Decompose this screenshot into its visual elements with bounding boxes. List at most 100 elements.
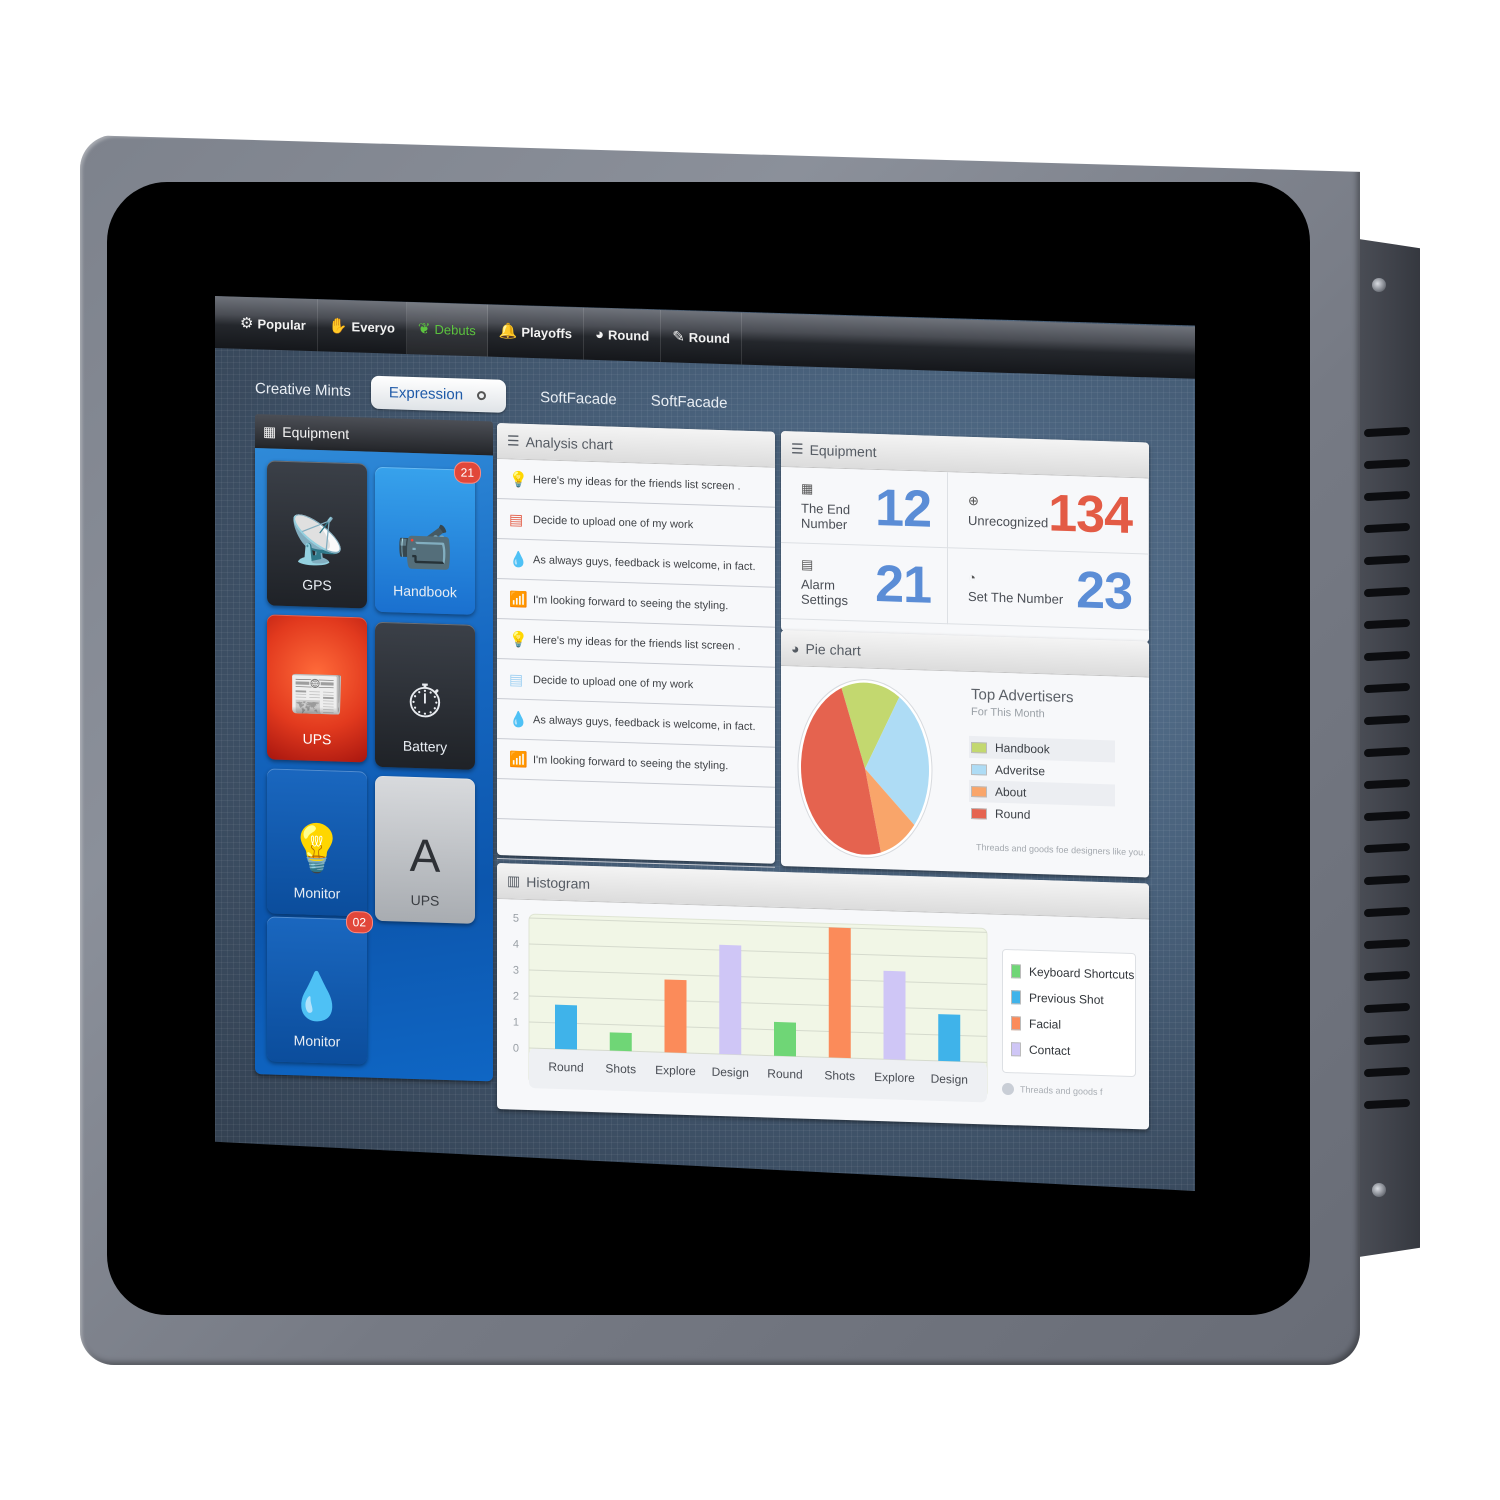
tile-label: UPS [410, 891, 440, 909]
nav-tab-label: Popular [257, 315, 306, 333]
nav-tab-round[interactable]: ◕ Round [583, 307, 662, 363]
vent-slot [1363, 1098, 1411, 1110]
pie-icon: ◕ [791, 639, 800, 657]
tile-label: Handbook [393, 582, 457, 601]
nav-tab-popular[interactable]: ⚙ Popular [229, 296, 318, 352]
tile-monitor[interactable]: 💧 Monitor 02 [267, 910, 373, 1065]
y-tick-label: 4 [513, 939, 519, 951]
tab-creative-mints[interactable]: Creative Mints [255, 374, 351, 406]
lightbulb-icon: 💡 [288, 821, 346, 875]
empty-list-item [497, 819, 775, 868]
security-camera-icon: 📹 [396, 519, 454, 574]
vent-slot [1363, 938, 1411, 950]
list-item-text: Decide to upload one of my work [533, 513, 694, 531]
globe-icon: ◕ [594, 325, 605, 343]
legend-swatch [1011, 1042, 1021, 1057]
tab-softfacade-2[interactable]: SoftFacade [651, 386, 728, 417]
broadcast-icon: 📶 [509, 590, 528, 609]
vent-slot [1363, 970, 1411, 982]
nav-tab-everyo[interactable]: ✋ Everyo [317, 299, 407, 355]
tile-label: Monitor [293, 1032, 341, 1050]
list-item-text: I'm looking forward to seeing the stylin… [533, 593, 729, 612]
tile-battery[interactable]: ⏱ Battery [375, 621, 475, 770]
bar-round [555, 1004, 577, 1050]
nav-tab-playoffs[interactable]: 🔔 Playoffs [487, 304, 584, 360]
vent-slot [1363, 490, 1411, 502]
battery-icon: ▤ [509, 510, 524, 529]
tile-ups[interactable]: A UPS [375, 775, 475, 924]
analysis-chart-title: Analysis chart [525, 433, 613, 453]
list-item-text: Here's my ideas for the friends list scr… [533, 473, 741, 493]
top-navigation: ⚙ Popular ✋ Everyo ❦ Debuts 🔔 Playoffs ◕ Round ✎ Ro… [215, 296, 1195, 379]
vent-slot [1363, 778, 1411, 790]
tile-handbook[interactable]: 📹 Handbook 21 [375, 461, 481, 615]
x-tick-label: Design [931, 1072, 968, 1087]
water-drop-icon: 💧 [509, 710, 528, 729]
legend-item-round: Round [969, 802, 1115, 829]
legend-swatch [971, 807, 987, 819]
pie-chart-panel: ◕ Pie chart Top Advertisers For This Mon… [781, 630, 1149, 878]
legend-label: Keyboard Shortcuts [1029, 964, 1135, 983]
bar-shots [609, 1032, 632, 1052]
clipboard-icon: ▤ [801, 556, 814, 572]
legend-item-previous-shot: Previous Shot [1011, 984, 1135, 1014]
y-tick-label: 5 [513, 913, 519, 925]
nav-tab-round[interactable]: ✎ Round [661, 310, 742, 365]
notification-badge: 02 [345, 910, 373, 934]
water-drop-icon: 💧 [509, 550, 528, 569]
newspaper-icon: 📰 [288, 667, 346, 721]
lightbulb-icon: 💡 [509, 630, 528, 649]
bar-chart-icon: ▥ [507, 872, 521, 889]
vent-slot [1363, 458, 1411, 470]
bar-design [938, 1014, 961, 1062]
tab-expression[interactable]: Expression [370, 375, 507, 413]
nav-tab-label: Round [688, 329, 730, 346]
histogram-chart: 0 1 2 3 4 5 Round Shots Explore Design Round Shots E… [513, 913, 988, 1103]
stat-label: Set The Number [968, 588, 1064, 607]
vent-slot [1363, 682, 1411, 694]
device-side-housing [1352, 238, 1420, 1258]
x-tick-label: Round [548, 1060, 583, 1075]
pie-icon [1002, 1082, 1014, 1096]
stat-label-group: ▤ Alarm Settings [801, 556, 875, 608]
stat-label-group: ▦ The End Number [801, 480, 875, 532]
vent-slot [1363, 522, 1411, 534]
histogram-title: Histogram [526, 873, 591, 892]
grid-icon: ▦ [263, 422, 277, 440]
nav-tab-debuts[interactable]: ❦ Debuts [406, 302, 488, 357]
list-item-text: Decide to upload one of my work [533, 673, 694, 691]
stat-the-end-number: ▦ The End Number 12 [781, 467, 949, 549]
legend-label: About [995, 784, 1027, 800]
tile-ups[interactable]: 📰 UPS [267, 614, 367, 763]
x-tick-label: Design [712, 1065, 749, 1080]
pie-footer: Threads and goods foe designers like you… [976, 842, 1146, 858]
legend-swatch [1011, 1016, 1021, 1031]
stat-label-group: ⊕ Unrecognized [968, 493, 1048, 531]
screw-icon [1372, 278, 1386, 292]
legend-swatch [1011, 990, 1021, 1005]
histogram-panel: ▥ Histogram 0 1 2 3 4 5 Round Shots Explore Desig… [497, 863, 1149, 1130]
tile-gps[interactable]: 📡 GPS [267, 460, 367, 609]
font-a-icon: A [409, 828, 441, 882]
tab-softfacade[interactable]: SoftFacade [540, 383, 617, 414]
vent-slot [1363, 810, 1411, 822]
stats-grid: ▦ The End Number 12 ⊕ Unrecognized 134 ▤ Alarm … [781, 467, 1149, 631]
pie-icon: ◔ [968, 569, 976, 585]
feather-icon: ✎ [672, 328, 685, 346]
touch-screen: ⚙ Popular ✋ Everyo ❦ Debuts 🔔 Playoffs ◕ Round ✎ Ro… [215, 296, 1195, 1191]
histogram-footer-text: Threads and goods f [1020, 1084, 1103, 1098]
bar-design [719, 944, 742, 1055]
x-tick-label: Shots [605, 1061, 636, 1076]
tile-monitor[interactable]: 💡 Monitor [267, 768, 367, 917]
legend-item-facial: Facial [1011, 1010, 1135, 1040]
histogram-footer: Threads and goods f [1002, 1082, 1103, 1098]
y-tick-label: 1 [513, 1017, 519, 1029]
leaf-icon: ❦ [417, 320, 431, 338]
legend-label: Previous Shot [1029, 990, 1104, 1008]
nav-tab-label: Round [608, 326, 650, 344]
water-drop-icon: 💧 [288, 969, 346, 1023]
legend-label: Handbook [995, 740, 1050, 757]
nav-tab-label: Playoffs [521, 324, 572, 341]
equipment-tiles-panel: ▦ Equipment 📡 GPS 📹 Handbook 21 📰 UPS ⏱ Battery 💡… [255, 414, 493, 1082]
y-tick-label: 0 [513, 1043, 519, 1055]
